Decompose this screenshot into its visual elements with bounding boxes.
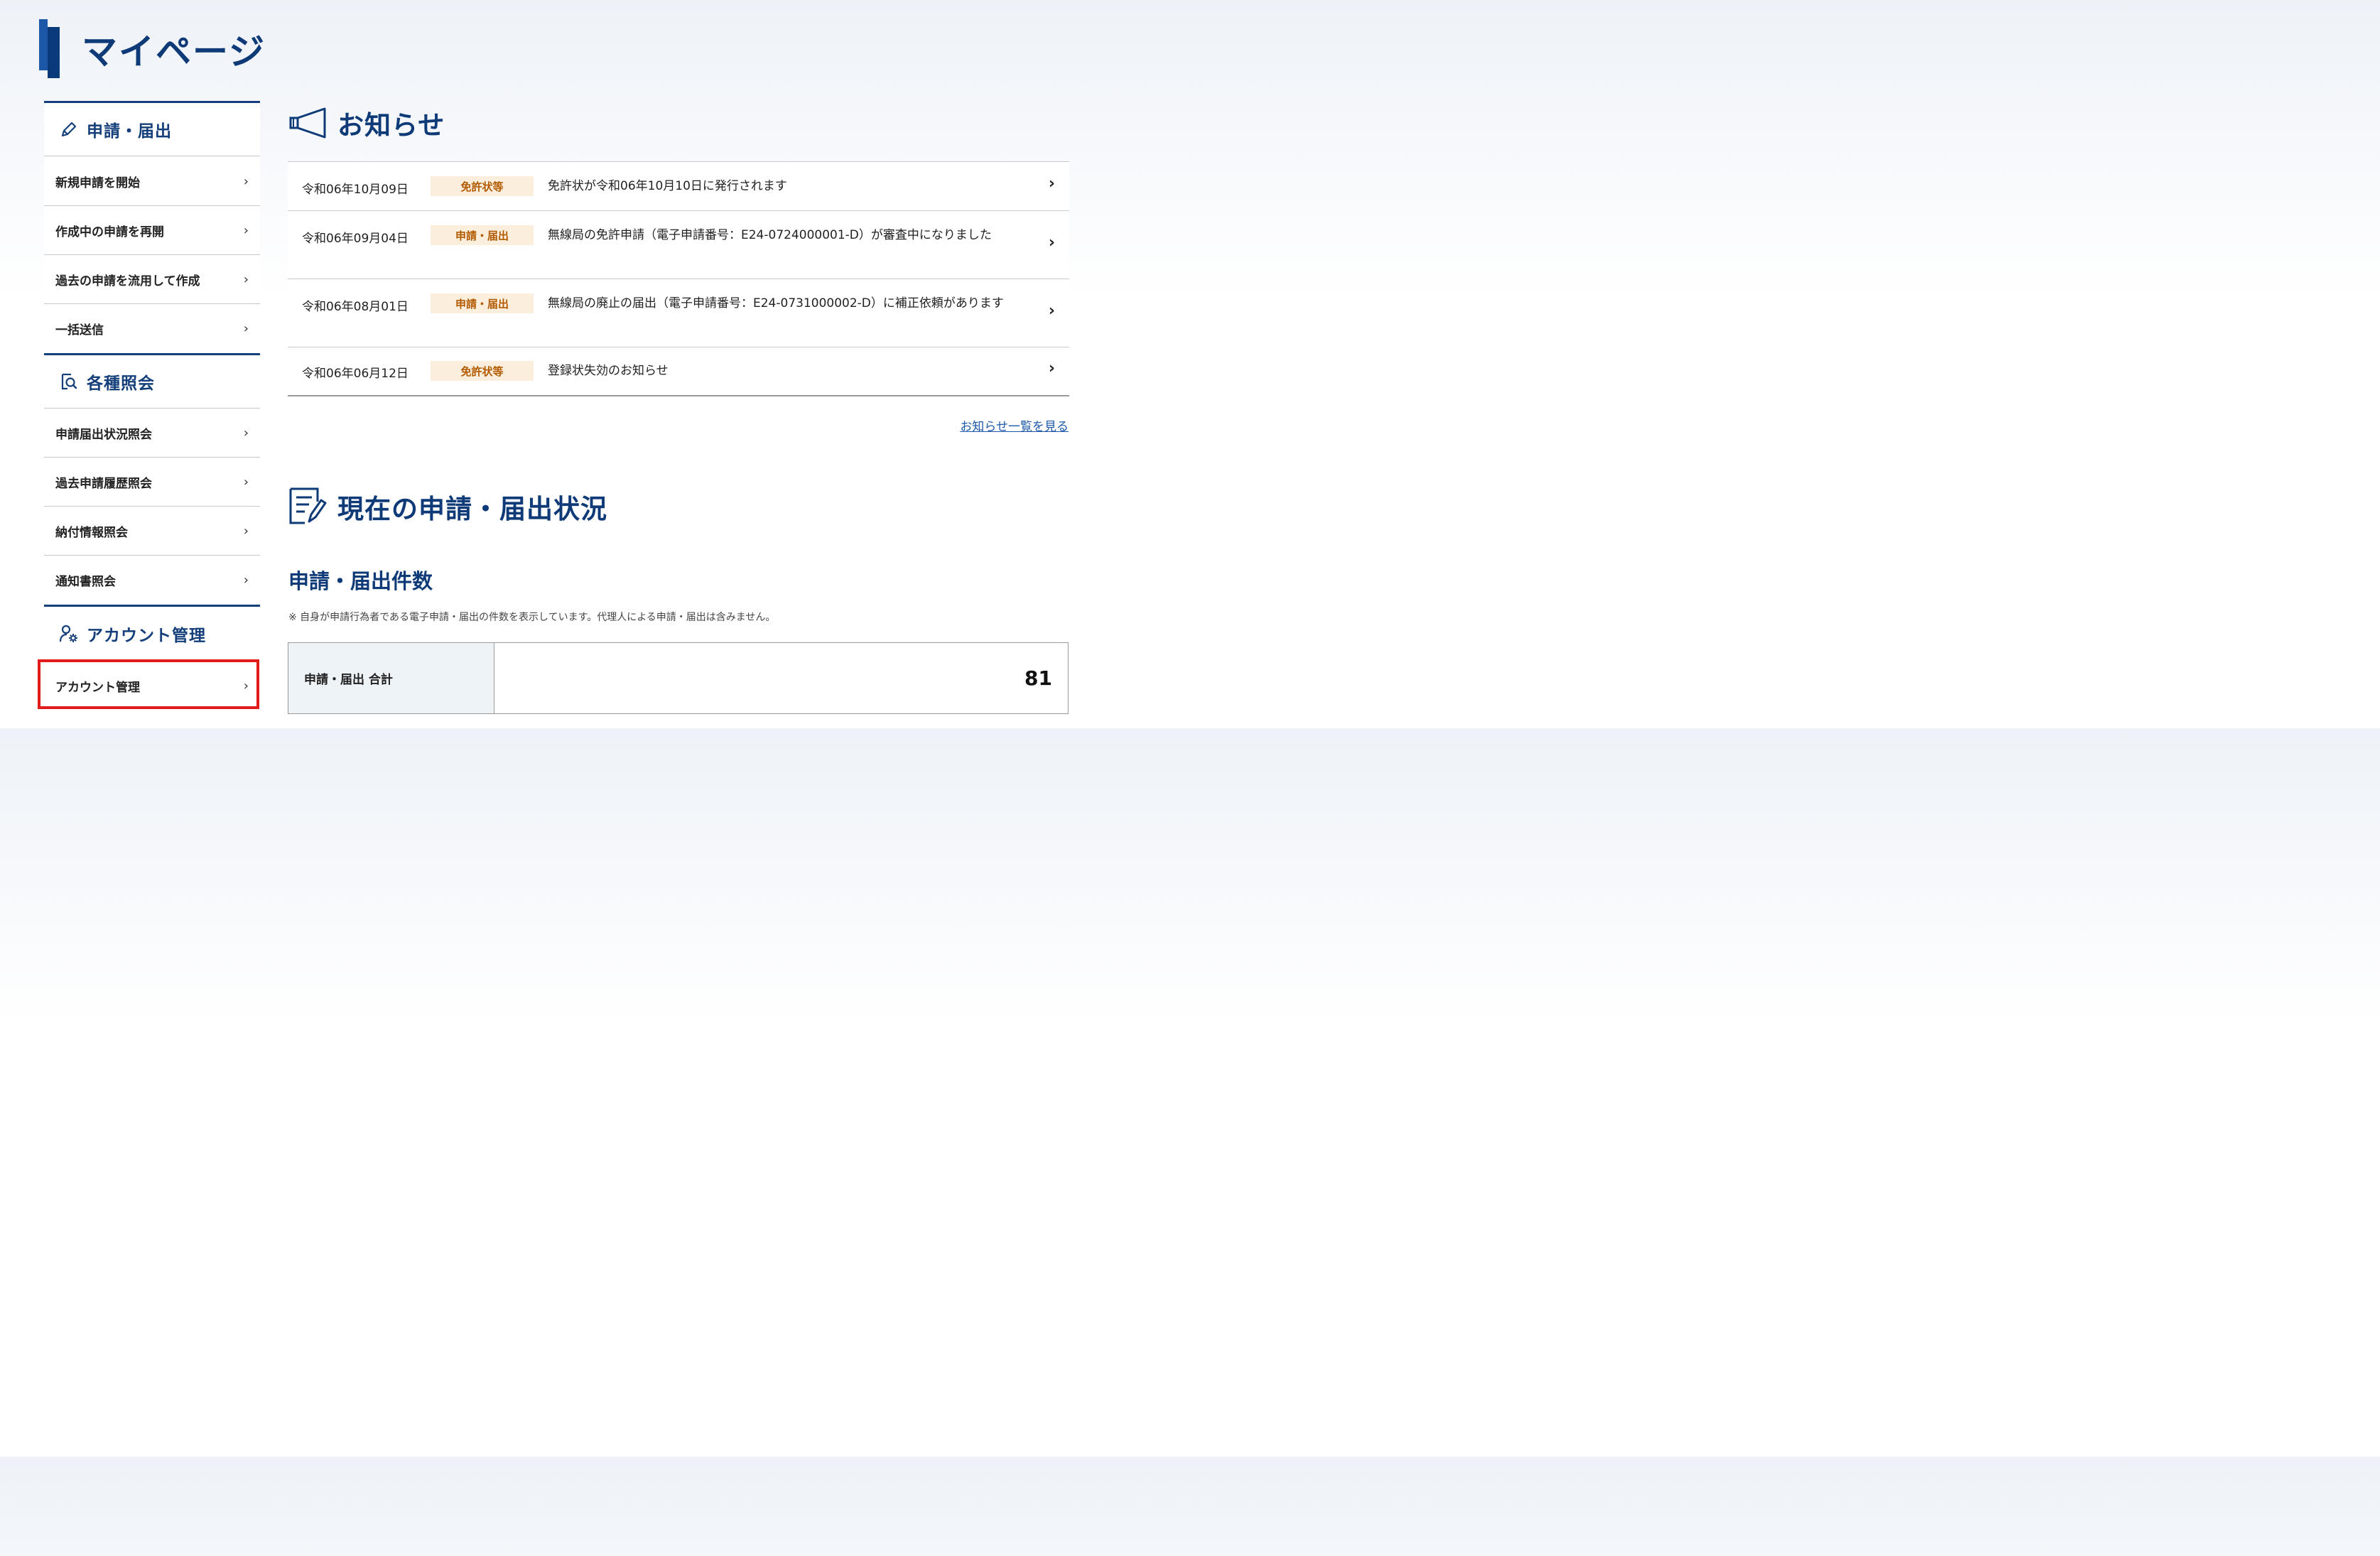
sidebar-item-label: 通知書照会 xyxy=(55,575,116,589)
chevron-right-icon: › xyxy=(243,573,249,588)
title-accent-bar-dark xyxy=(48,27,60,78)
chevron-right-icon: › xyxy=(1048,234,1055,252)
chevron-right-icon: › xyxy=(243,474,249,490)
sidebar-item-label: 過去申請履歴照会 xyxy=(55,476,152,491)
notice-message: 登録状失効のお知らせ xyxy=(548,364,669,378)
chevron-right-icon: › xyxy=(1048,175,1055,193)
total-value: 81 xyxy=(494,643,1068,713)
status-subtitle: 申請・届出件数 xyxy=(288,569,433,593)
chevron-right-icon: › xyxy=(1048,360,1055,377)
sidebar-section-label: アカウント管理 xyxy=(87,626,206,645)
notices-heading: お知らせ xyxy=(288,104,445,142)
sidebar-section-application: 申請・届出 xyxy=(44,101,260,156)
count-table: 申請・届出 合計 81 xyxy=(288,642,1069,714)
notice-date: 令和06年06月12日 xyxy=(302,367,409,381)
notice-item[interactable]: 令和06年09月04日 申請・届出 無線局の免許申請（電子申請番号：E24-07… xyxy=(288,211,1069,279)
sidebar-item-batch-send[interactable]: 一括送信 › xyxy=(44,304,260,353)
sidebar-item-label: 過去の申請を流用して作成 xyxy=(55,274,200,288)
page-title: マイページ xyxy=(82,31,266,72)
notices-title: お知らせ xyxy=(337,110,445,141)
notice-category-badge: 申請・届出 xyxy=(431,225,534,245)
chevron-right-icon: › xyxy=(243,222,249,238)
status-note: ※ 自身が申請行為者である電子申請・届出の件数を表示しています。代理人による申請… xyxy=(288,612,776,623)
highlight-box xyxy=(38,659,259,709)
sidebar-item-label: 新規申請を開始 xyxy=(55,175,140,190)
sidebar-item-label: 作成中の申請を再開 xyxy=(55,225,164,239)
notice-category-badge: 申請・届出 xyxy=(431,293,534,313)
sidebar-item-resume-draft[interactable]: 作成中の申請を再開 › xyxy=(44,206,260,255)
sidebar-section-account: アカウント管理 xyxy=(44,605,260,660)
sidebar-item-status-inquiry[interactable]: 申請届出状況照会 › xyxy=(44,409,260,458)
sidebar-section-inquiry: 各種照会 xyxy=(44,353,260,409)
notice-message: 免許状が令和06年10月10日に発行されます xyxy=(548,179,787,193)
chevron-right-icon: › xyxy=(243,321,249,336)
notice-list: 令和06年10月09日 免許状等 免許状が令和06年10月10日に発行されます … xyxy=(288,161,1069,396)
user-gear-icon xyxy=(58,623,80,644)
megaphone-icon xyxy=(288,106,328,140)
notice-date: 令和06年08月01日 xyxy=(302,300,409,314)
total-label: 申請・届出 合計 xyxy=(288,643,494,713)
notice-message: 無線局の廃止の届出（電子申請番号：E24-0731000002-D）に補正依頼が… xyxy=(548,296,1004,310)
clipboard-pen-icon xyxy=(288,486,328,527)
notice-date: 令和06年10月09日 xyxy=(302,183,409,197)
notice-message: 無線局の免許申請（電子申請番号：E24-0724000001-D）が審査中になり… xyxy=(548,228,992,242)
document-search-icon xyxy=(58,371,80,392)
pencil-icon xyxy=(58,119,80,140)
notice-category-badge: 免許状等 xyxy=(431,176,534,196)
title-accent-bar xyxy=(39,19,48,70)
chevron-right-icon: › xyxy=(1048,302,1055,320)
status-title: 現在の申請・届出状況 xyxy=(337,494,607,524)
notice-item[interactable]: 令和06年08月01日 申請・届出 無線局の廃止の届出（電子申請番号：E24-0… xyxy=(288,279,1069,347)
chevron-right-icon: › xyxy=(243,173,249,189)
notice-item[interactable]: 令和06年06月12日 免許状等 登録状失効のお知らせ › xyxy=(288,347,1069,395)
sidebar-item-history-inquiry[interactable]: 過去申請履歴照会 › xyxy=(44,458,260,507)
sidebar-section-label: 申請・届出 xyxy=(87,122,172,141)
sidebar-section-label: 各種照会 xyxy=(87,374,155,393)
sidebar-item-notice-inquiry[interactable]: 通知書照会 › xyxy=(44,556,260,605)
status-heading: 現在の申請・届出状況 xyxy=(288,486,607,527)
sidebar-item-label: 一括送信 xyxy=(55,323,104,337)
sidebar-item-payment-inquiry[interactable]: 納付情報照会 › xyxy=(44,507,260,556)
notice-date: 令和06年09月04日 xyxy=(302,232,409,246)
sidebar-item-label: 納付情報照会 xyxy=(55,525,128,540)
notice-category-badge: 免許状等 xyxy=(431,361,534,381)
sidebar-item-new-application[interactable]: 新規申請を開始 › xyxy=(44,157,260,206)
chevron-right-icon: › xyxy=(243,425,249,441)
notices-more-link[interactable]: お知らせ一覧を見る xyxy=(960,416,1069,434)
sidebar-item-reuse-past[interactable]: 過去の申請を流用して作成 › xyxy=(44,255,260,304)
sidebar-item-label: 申請届出状況照会 xyxy=(55,427,152,442)
chevron-right-icon: › xyxy=(243,523,249,539)
notice-item[interactable]: 令和06年10月09日 免許状等 免許状が令和06年10月10日に発行されます … xyxy=(288,162,1069,211)
chevron-right-icon: › xyxy=(243,271,249,287)
